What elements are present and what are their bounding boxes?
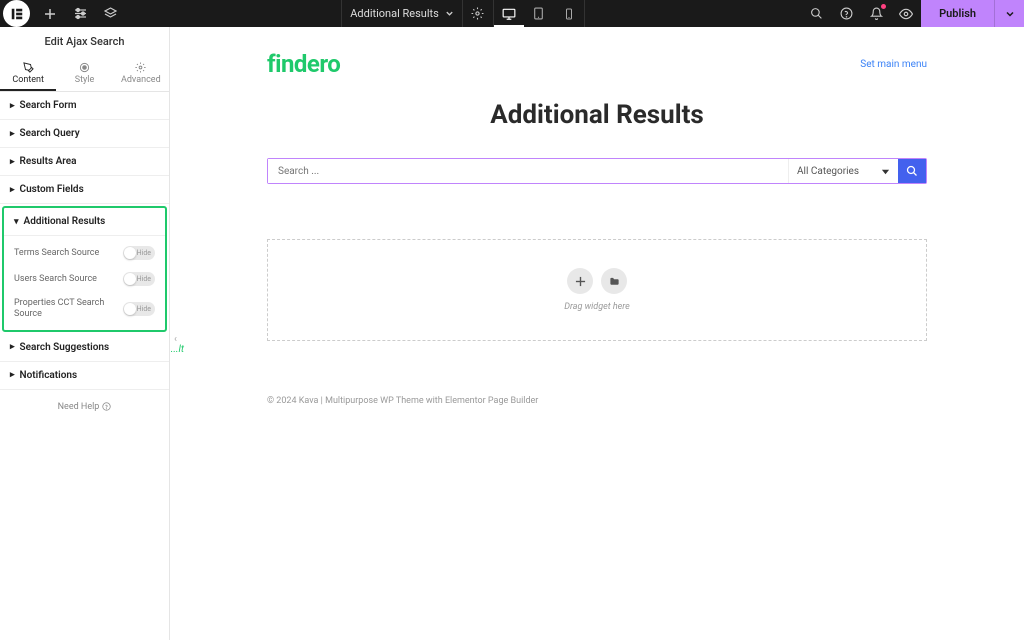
add-widget-icon[interactable] bbox=[567, 268, 593, 294]
site-logo: findero bbox=[267, 50, 340, 78]
tab-advanced-label: Advanced bbox=[121, 75, 161, 85]
canvas[interactable]: findero Set main menu Additional Results… bbox=[170, 27, 1024, 640]
search-button[interactable] bbox=[898, 159, 926, 183]
notification-dot bbox=[881, 4, 886, 9]
dropzone-text: Drag widget here bbox=[296, 302, 898, 312]
set-main-menu-link[interactable]: Set main menu bbox=[860, 59, 927, 70]
users-search-toggle[interactable]: Hide bbox=[123, 272, 155, 286]
tab-advanced[interactable]: Advanced bbox=[113, 56, 169, 91]
section-custom-fields[interactable]: Custom Fields bbox=[0, 176, 169, 204]
tab-content[interactable]: Content bbox=[0, 56, 56, 91]
publish-dropdown[interactable] bbox=[994, 0, 1024, 27]
section-search-suggestions[interactable]: Search Suggestions bbox=[0, 334, 169, 362]
settings-icon[interactable] bbox=[463, 0, 493, 27]
help-label: Need Help bbox=[58, 402, 100, 412]
help-icon[interactable] bbox=[831, 0, 861, 27]
layers-icon[interactable] bbox=[95, 0, 125, 27]
preview-icon[interactable] bbox=[891, 0, 921, 27]
structure-icon[interactable] bbox=[65, 0, 95, 27]
elementor-logo[interactable] bbox=[3, 0, 30, 27]
doc-title-text: Additional Results bbox=[350, 7, 439, 20]
search-input[interactable] bbox=[268, 159, 788, 183]
tab-style-label: Style bbox=[75, 75, 95, 85]
help-link[interactable]: Need Help bbox=[0, 390, 169, 424]
widget-dropzone[interactable]: Drag widget here bbox=[267, 239, 927, 341]
panel-title: Edit Ajax Search bbox=[0, 27, 169, 56]
document-title[interactable]: Additional Results bbox=[341, 0, 463, 27]
tablet-view-icon[interactable] bbox=[524, 0, 554, 27]
section-notifications[interactable]: Notifications bbox=[0, 362, 169, 390]
tab-style[interactable]: Style bbox=[56, 56, 112, 91]
folder-icon[interactable] bbox=[601, 268, 627, 294]
category-label: All Categories bbox=[797, 166, 859, 177]
section-search-query[interactable]: Search Query bbox=[0, 120, 169, 148]
tab-content-label: Content bbox=[12, 75, 44, 85]
section-additional-results[interactable]: Additional Results bbox=[4, 208, 165, 236]
users-search-label: Users Search Source bbox=[14, 274, 97, 285]
page-heading: Additional Results bbox=[267, 100, 927, 130]
props-cct-search-toggle[interactable]: Hide bbox=[123, 302, 155, 316]
footer-text: © 2024 Kava | Multipurpose WP Theme with… bbox=[267, 396, 927, 406]
props-cct-search-label: Properties CCT Search Source bbox=[14, 298, 109, 320]
section-results-area[interactable]: Results Area bbox=[0, 148, 169, 176]
desktop-view-icon[interactable] bbox=[494, 0, 524, 27]
terms-search-toggle[interactable]: Hide bbox=[123, 246, 155, 260]
notification-icon[interactable] bbox=[861, 0, 891, 27]
publish-button[interactable]: Publish bbox=[921, 0, 994, 27]
category-select[interactable]: All Categories bbox=[788, 159, 898, 183]
section-search-form[interactable]: Search Form bbox=[0, 92, 169, 120]
terms-search-label: Terms Search Source bbox=[14, 248, 99, 259]
search-icon[interactable] bbox=[801, 0, 831, 27]
stray-text: ...lt bbox=[171, 344, 184, 355]
collapse-sidebar-icon[interactable]: ‹ bbox=[174, 334, 177, 345]
mobile-view-icon[interactable] bbox=[554, 0, 584, 27]
add-icon[interactable] bbox=[35, 0, 65, 27]
